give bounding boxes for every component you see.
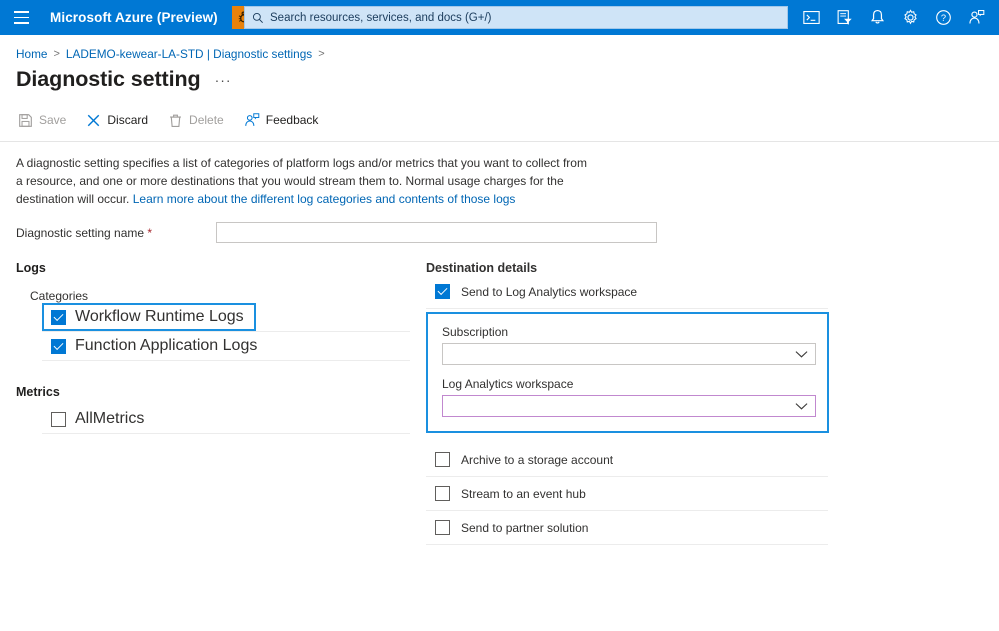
breadcrumb-item-home[interactable]: Home <box>16 47 47 61</box>
diagnostic-setting-name-input[interactable] <box>216 222 657 243</box>
destination-divider-4 <box>426 544 828 545</box>
checkbox-function-application-logs[interactable] <box>51 338 66 354</box>
feedback-person-icon <box>244 113 260 126</box>
delete-trash-icon <box>170 114 181 127</box>
azure-brand-label[interactable]: Microsoft Azure (Preview) <box>50 10 218 25</box>
destination-details-column: Destination details Send to Log Analytic… <box>426 261 846 545</box>
feedback-person-icon[interactable] <box>960 0 993 35</box>
help-question-icon[interactable]: ? <box>927 0 960 35</box>
required-asterisk: * <box>147 225 153 240</box>
log-category-label: Function Application Logs <box>75 337 258 354</box>
delete-button[interactable]: Delete <box>166 110 234 131</box>
global-search-input[interactable]: Search resources, services, and docs (G+… <box>244 6 788 29</box>
checkbox-send-to-partner-solution[interactable] <box>435 520 450 535</box>
destination-label: Send to Log Analytics workspace <box>461 284 638 299</box>
feedback-button-label: Feedback <box>265 113 319 127</box>
discard-button-label: Discard <box>107 113 149 127</box>
destination-row-storage-account[interactable]: Archive to a storage account <box>426 443 846 476</box>
checkbox-wrapper: AllMetrics <box>42 405 156 433</box>
hamburger-menu-icon[interactable] <box>0 0 42 35</box>
page-title: Diagnostic setting <box>16 67 201 91</box>
more-options-ellipsis-icon[interactable]: ··· <box>215 72 236 92</box>
discard-button[interactable]: Discard <box>84 110 158 131</box>
save-button-label: Save <box>39 113 67 127</box>
destination-row-event-hub[interactable]: Stream to an event hub <box>426 477 846 510</box>
log-category-label: Workflow Runtime Logs <box>75 308 244 325</box>
notifications-bell-icon[interactable] <box>861 0 894 35</box>
settings-gear-icon[interactable] <box>894 0 927 35</box>
breadcrumb-separator: > <box>53 48 60 60</box>
destination-details-heading: Destination details <box>426 261 538 275</box>
chevron-down-icon <box>795 402 808 410</box>
logs-categories-subheading: Categories <box>30 289 89 303</box>
checkbox-allmetrics[interactable] <box>51 411 66 427</box>
toolbar-divider <box>0 141 999 142</box>
search-icon <box>252 12 263 23</box>
logs-section-heading: Logs <box>16 261 46 275</box>
subscription-field: Subscription <box>442 325 816 365</box>
destination-row-partner-solution[interactable]: Send to partner solution <box>426 511 846 544</box>
settings-body: Logs Categories Workflow Runtime Logs Fu… <box>0 261 999 545</box>
metric-label: AllMetrics <box>75 410 145 427</box>
checkbox-archive-to-storage-account[interactable] <box>435 452 450 467</box>
checkbox-wrapper: Function Application Logs <box>42 332 269 360</box>
checkbox-send-to-log-analytics-workspace[interactable] <box>435 284 450 299</box>
save-button[interactable]: Save <box>16 110 76 131</box>
logs-divider-2 <box>42 360 410 361</box>
top-bar-icon-group: ? <box>795 0 993 35</box>
destination-label: Archive to a storage account <box>461 452 614 467</box>
destination-label: Send to partner solution <box>461 520 589 535</box>
metrics-section-heading: Metrics <box>16 385 60 399</box>
learn-more-link[interactable]: Learn more about the different log categ… <box>133 192 516 206</box>
checkbox-stream-to-event-hub[interactable] <box>435 486 450 501</box>
breadcrumb-item-resource[interactable]: LADEMO-kewear-LA-STD | Diagnostic settin… <box>66 47 312 61</box>
log-analytics-workspace-field: Log Analytics workspace <box>442 377 816 417</box>
logs-and-metrics-column: Logs Categories Workflow Runtime Logs Fu… <box>16 261 426 545</box>
directory-filter-icon[interactable] <box>828 0 861 35</box>
global-search-placeholder: Search resources, services, and docs (G+… <box>270 11 492 24</box>
save-icon <box>19 113 32 127</box>
destination-divider-1 <box>426 308 828 309</box>
discard-x-icon <box>88 114 100 126</box>
metrics-divider <box>42 433 410 434</box>
delete-button-label: Delete <box>189 113 224 127</box>
command-toolbar: Save Discard Delete Feedback <box>16 108 999 132</box>
diagnostic-setting-name-label-text: Diagnostic setting name <box>16 225 145 240</box>
page-header: Diagnostic setting ··· <box>16 67 999 92</box>
chevron-down-icon <box>795 350 808 358</box>
subscription-label: Subscription <box>442 325 509 339</box>
checkbox-workflow-runtime-logs[interactable] <box>51 309 66 325</box>
subscription-dropdown[interactable] <box>442 343 816 365</box>
page-description: A diagnostic setting specifies a list of… <box>16 154 596 208</box>
destination-row-log-analytics[interactable]: Send to Log Analytics workspace <box>426 275 846 308</box>
destination-label: Stream to an event hub <box>461 486 586 501</box>
log-category-row-workflow-runtime-logs[interactable]: Workflow Runtime Logs <box>42 303 426 331</box>
diagnostic-setting-name-row: Diagnostic setting name * <box>16 222 999 243</box>
breadcrumb-separator-2: > <box>318 48 325 60</box>
metric-row-allmetrics[interactable]: AllMetrics <box>42 405 426 433</box>
top-navigation-bar: Microsoft Azure (Preview) Search resourc… <box>0 0 999 35</box>
feedback-button[interactable]: Feedback <box>242 109 329 131</box>
svg-text:?: ? <box>941 13 946 23</box>
log-analytics-workspace-label: Log Analytics workspace <box>442 377 574 391</box>
focus-highlight-box: Workflow Runtime Logs <box>42 303 256 331</box>
cloud-shell-icon[interactable] <box>795 0 828 35</box>
log-analytics-workspace-dropdown[interactable] <box>442 395 816 417</box>
diagnostic-setting-name-label: Diagnostic setting name * <box>16 226 216 240</box>
breadcrumb: Home > LADEMO-kewear-LA-STD | Diagnostic… <box>16 47 999 61</box>
log-category-row-function-application-logs[interactable]: Function Application Logs <box>42 332 426 360</box>
log-analytics-fields-group: Subscription Log Analytics workspace <box>426 312 829 433</box>
